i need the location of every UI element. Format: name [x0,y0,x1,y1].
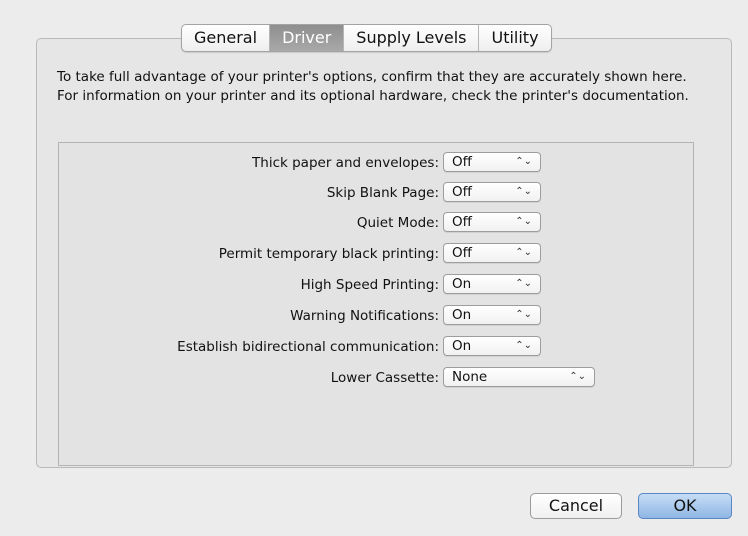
option-row-thick-paper: Thick paper and envelopes: Off ⌃⌄ [59,152,693,174]
option-label: Skip Blank Page: [326,185,439,201]
updown-arrows-icon: ⌃⌄ [515,186,532,197]
tab-supply-levels[interactable]: Supply Levels [344,25,480,51]
quiet-mode-popup[interactable]: Off ⌃⌄ [443,212,541,232]
popup-value: Off [452,245,472,261]
updown-arrows-icon: ⌃⌄ [515,278,532,289]
updown-arrows-icon: ⌃⌄ [515,309,532,320]
driver-options-panel: Thick paper and envelopes: Off ⌃⌄ Skip B… [58,142,694,466]
tab-driver[interactable]: Driver [270,25,345,51]
tab-utility[interactable]: Utility [479,25,550,51]
popup-value: Off [452,214,472,230]
updown-arrows-icon: ⌃⌄ [515,216,532,227]
tab-general[interactable]: General [182,25,271,51]
option-row-high-speed: High Speed Printing: On ⌃⌄ [59,274,693,296]
thick-paper-popup[interactable]: Off ⌃⌄ [443,152,541,172]
option-label: Permit temporary black printing: [218,246,439,262]
temporary-black-popup[interactable]: Off ⌃⌄ [443,243,541,263]
popup-value: Off [452,184,472,200]
popup-value: On [452,338,472,354]
ok-button[interactable]: OK [638,493,732,519]
option-label: Establish bidirectional communication: [177,339,439,355]
printer-options-sheet: General Driver Supply Levels Utility To … [0,0,748,536]
option-row-temporary-black: Permit temporary black printing: Off ⌃⌄ [59,243,693,265]
option-label: Lower Cassette: [330,370,439,386]
skip-blank-page-popup[interactable]: Off ⌃⌄ [443,182,541,202]
option-row-bidirectional: Establish bidirectional communication: O… [59,336,693,358]
popup-value: Off [452,154,472,170]
option-row-warning-notifications: Warning Notifications: On ⌃⌄ [59,305,693,327]
option-label: Quiet Mode: [356,215,439,231]
lower-cassette-popup[interactable]: None ⌃⌄ [443,367,595,387]
tab-bar: General Driver Supply Levels Utility [181,24,552,52]
option-row-quiet-mode: Quiet Mode: Off ⌃⌄ [59,212,693,234]
option-label: Warning Notifications: [290,308,439,324]
popup-value: On [452,307,472,323]
popup-value: None [452,369,488,385]
updown-arrows-icon: ⌃⌄ [515,247,532,258]
option-row-skip-blank-page: Skip Blank Page: Off ⌃⌄ [59,182,693,204]
bidirectional-popup[interactable]: On ⌃⌄ [443,336,541,356]
popup-value: On [452,276,472,292]
description-text: To take full advantage of your printer's… [57,69,689,104]
option-label: Thick paper and envelopes: [252,155,439,171]
high-speed-popup[interactable]: On ⌃⌄ [443,274,541,294]
cancel-button[interactable]: Cancel [530,493,622,519]
warning-notifications-popup[interactable]: On ⌃⌄ [443,305,541,325]
option-row-lower-cassette: Lower Cassette: None ⌃⌄ [59,367,693,389]
option-label: High Speed Printing: [300,277,439,293]
updown-arrows-icon: ⌃⌄ [515,340,532,351]
updown-arrows-icon: ⌃⌄ [515,156,532,167]
updown-arrows-icon: ⌃⌄ [569,371,586,382]
